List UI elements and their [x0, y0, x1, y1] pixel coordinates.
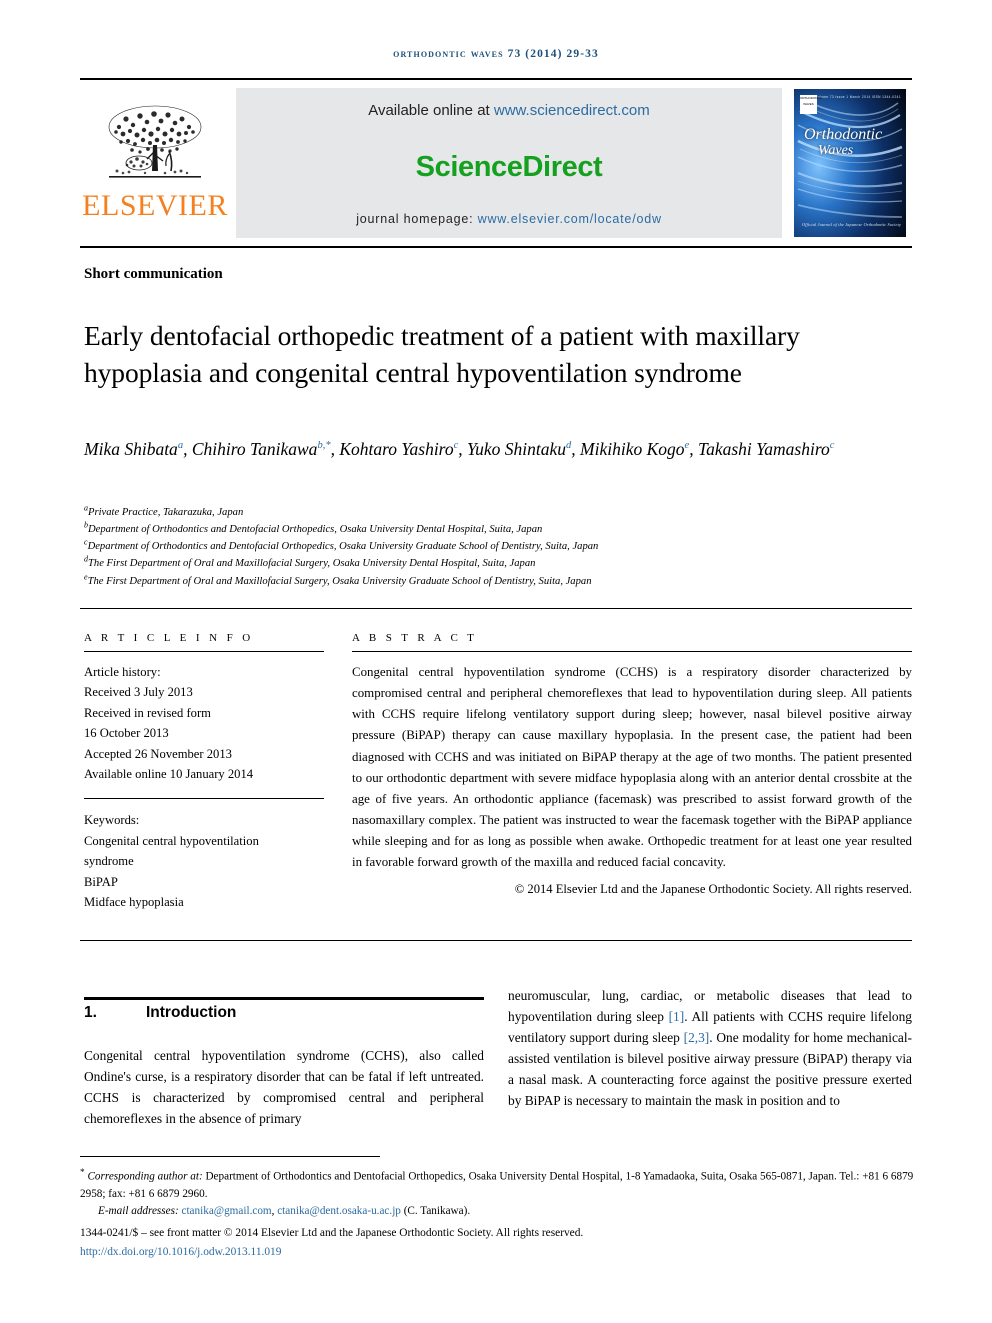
author-name: Mikihiko Kogo — [580, 439, 685, 459]
keywords-rule — [84, 798, 324, 800]
email-link-secondary[interactable]: ctanika@dent.osaka-u.ac.jp — [277, 1205, 401, 1217]
cover-mark-line1: ORTHODONTIC — [800, 96, 823, 100]
elsevier-wordmark: ELSEVIER — [82, 189, 228, 222]
author-name: Mika Shibata — [84, 439, 178, 459]
keywords-label: Keywords: — [84, 813, 140, 828]
affiliation-item: dThe First Department of Oral and Maxill… — [84, 555, 904, 572]
email-owner: (C. Tanikawa). — [400, 1204, 471, 1217]
section-heading-rule — [84, 997, 484, 1000]
author-separator: , — [330, 439, 340, 459]
author-separator: , — [183, 439, 192, 459]
sciencedirect-banner: Available online at www.sciencedirect.co… — [236, 88, 782, 238]
journal-homepage-link[interactable]: www.elsevier.com/locate/odw — [478, 212, 662, 226]
citation-link[interactable]: [2,3] — [684, 1030, 710, 1045]
cover-title-word1: Orthodontic — [804, 126, 883, 143]
author-affiliation-marker: c — [829, 440, 835, 452]
article-history-items: Received 3 July 2013 Received in revised … — [84, 682, 324, 784]
keyword-item: Congenital central hypoventilation — [84, 833, 259, 848]
abstract-copyright: © 2014 Elsevier Ltd and the Japanese Ort… — [514, 881, 912, 896]
keyword-item: BiPAP — [84, 874, 118, 889]
running-head: Orthodontic Waves 73 (2014) 29-33 — [393, 48, 599, 60]
journal-masthead: ELSEVIER Available online at www.science… — [80, 78, 912, 248]
author-separator: , — [689, 439, 698, 459]
affiliation-item: aPrivate Practice, Takarazuka, Japan — [84, 504, 904, 521]
info-block-bottom-rule — [80, 940, 912, 941]
article-history: Article history: Received 3 July 2013 Rec… — [84, 662, 324, 784]
journal-cover-thumbnail[interactable]: ORTHODONTIC WAVES Volume 73 Issue 1 Marc… — [788, 80, 912, 246]
abstract-heading: A B S T R A C T — [352, 632, 478, 644]
cover-volume-line: Volume 73 Issue 1 March 2014 ISSN 1344-0… — [815, 95, 901, 99]
section-number: 1. — [84, 1004, 97, 1021]
author-name: Chihiro Tanikawa — [191, 439, 318, 459]
footnote-block: * Corresponding author at: Department of… — [80, 1166, 916, 1261]
author-separator: , — [458, 439, 468, 459]
footnote-rule — [80, 1156, 380, 1157]
affiliation-item: eThe First Department of Oral and Maxill… — [84, 573, 904, 590]
body-column-left: Congenital central hypoventilation syndr… — [84, 1048, 484, 1126]
page-title: Early dentofacial orthopedic treatment o… — [84, 320, 800, 388]
author-list: Mika Shibataa, Chihiro Tanikawab,*, Koht… — [84, 436, 894, 463]
sciencedirect-url-link[interactable]: www.sciencedirect.com — [494, 102, 650, 119]
affiliation-item: cDepartment of Orthodontics and Dentofac… — [84, 538, 904, 555]
journal-cover-image: ORTHODONTIC WAVES Volume 73 Issue 1 Marc… — [794, 89, 906, 237]
abstract-column: A B S T R A C T Congenital central hypov… — [352, 632, 912, 897]
paper-page: Orthodontic Waves 73 (2014) 29-33 — [0, 0, 992, 1323]
front-matter-line: 1344-0241/$ – see front matter © 2014 El… — [80, 1226, 584, 1239]
article-history-item: 16 October 2013 — [84, 726, 169, 741]
corresponding-marker: * — [80, 1168, 85, 1178]
author-separator: , — [571, 439, 581, 459]
article-history-item: Accepted 26 November 2013 — [84, 746, 232, 761]
info-block-top-rule — [80, 608, 912, 609]
article-type-label: Short communication — [84, 266, 223, 282]
journal-homepage-line: journal homepage: www.elsevier.com/locat… — [356, 212, 662, 226]
author-name: Takashi Yamashiro — [697, 439, 830, 459]
corresponding-author-label: Corresponding author at: — [87, 1170, 203, 1183]
elsevier-logo: ELSEVIER — [80, 80, 230, 246]
affiliation-text: Private Practice, Takarazuka, Japan — [88, 507, 244, 518]
article-info-heading: A R T I C L E I N F O — [84, 632, 254, 644]
cover-publisher-mark: ORTHODONTIC WAVES — [800, 95, 823, 114]
article-history-item: Available online 10 January 2014 — [84, 766, 254, 781]
abstract-text: Congenital central hypoventilation syndr… — [352, 665, 912, 870]
keywords-items: Congenital central hypoventilation syndro… — [84, 831, 324, 913]
corresponding-author-address: Department of Orthodontics and Dentofaci… — [80, 1170, 914, 1200]
article-history-label: Article history: — [84, 665, 161, 679]
article-history-item: Received 3 July 2013 — [84, 685, 193, 700]
author-name: Yuko Shintaku — [467, 439, 567, 459]
affiliation-text: The First Department of Oral and Maxillo… — [88, 558, 536, 570]
body-column-right: neuromuscular, lung, cardiac, or metabol… — [508, 986, 912, 1111]
citation-link[interactable]: [1] — [669, 1009, 685, 1024]
doi-link[interactable]: http://dx.doi.org/10.1016/j.odw.2013.11.… — [80, 1244, 916, 1261]
affiliation-text: Department of Orthodontics and Dentofaci… — [87, 541, 599, 553]
author-affiliation-marker: b,* — [317, 440, 331, 452]
corresponding-author-note: * Corresponding author at: Department of… — [80, 1166, 916, 1203]
sciencedirect-logo[interactable]: ScienceDirect — [416, 151, 603, 184]
section-heading: 1. Introduction — [84, 1004, 484, 1022]
elsevier-tree-icon — [108, 105, 202, 178]
keyword-item: Midface hypoplasia — [84, 894, 184, 909]
cover-title-word2: Waves — [818, 142, 854, 158]
abstract-rule — [352, 651, 912, 652]
available-online-line: Available online at www.sciencedirect.co… — [368, 102, 650, 119]
affiliation-text: The First Department of Oral and Maxillo… — [87, 575, 592, 587]
article-info-column: A R T I C L E I N F O Article history: R… — [84, 632, 324, 912]
available-online-text: Available online at — [368, 102, 494, 119]
cover-journal-title: Orthodontic Waves — [804, 126, 883, 158]
cover-society-line: Official Journal of the Japanese Orthodo… — [802, 222, 902, 227]
article-info-rule — [84, 651, 324, 652]
affiliation-item: bDepartment of Orthodontics and Dentofac… — [84, 521, 904, 538]
email-link-primary[interactable]: ctanika@gmail.com — [181, 1205, 271, 1217]
email-note: E-mail addresses: ctanika@gmail.com, cta… — [80, 1203, 916, 1220]
section-title: Introduction — [146, 1004, 237, 1021]
affiliation-list: aPrivate Practice, Takarazuka, Japan bDep… — [84, 504, 904, 590]
author-name: Kohtaro Yashiro — [339, 439, 454, 459]
keyword-item: syndrome — [84, 854, 134, 869]
cover-mark-line2: WAVES — [803, 101, 814, 106]
affiliation-text: Department of Orthodontics and Dentofaci… — [88, 524, 543, 536]
email-addresses-label: E-mail addresses: — [98, 1204, 179, 1217]
journal-homepage-label: journal homepage: — [356, 212, 478, 226]
keywords-block: Keywords: Congenital central hypoventila… — [84, 810, 324, 912]
article-history-item: Received in revised form — [84, 705, 211, 720]
